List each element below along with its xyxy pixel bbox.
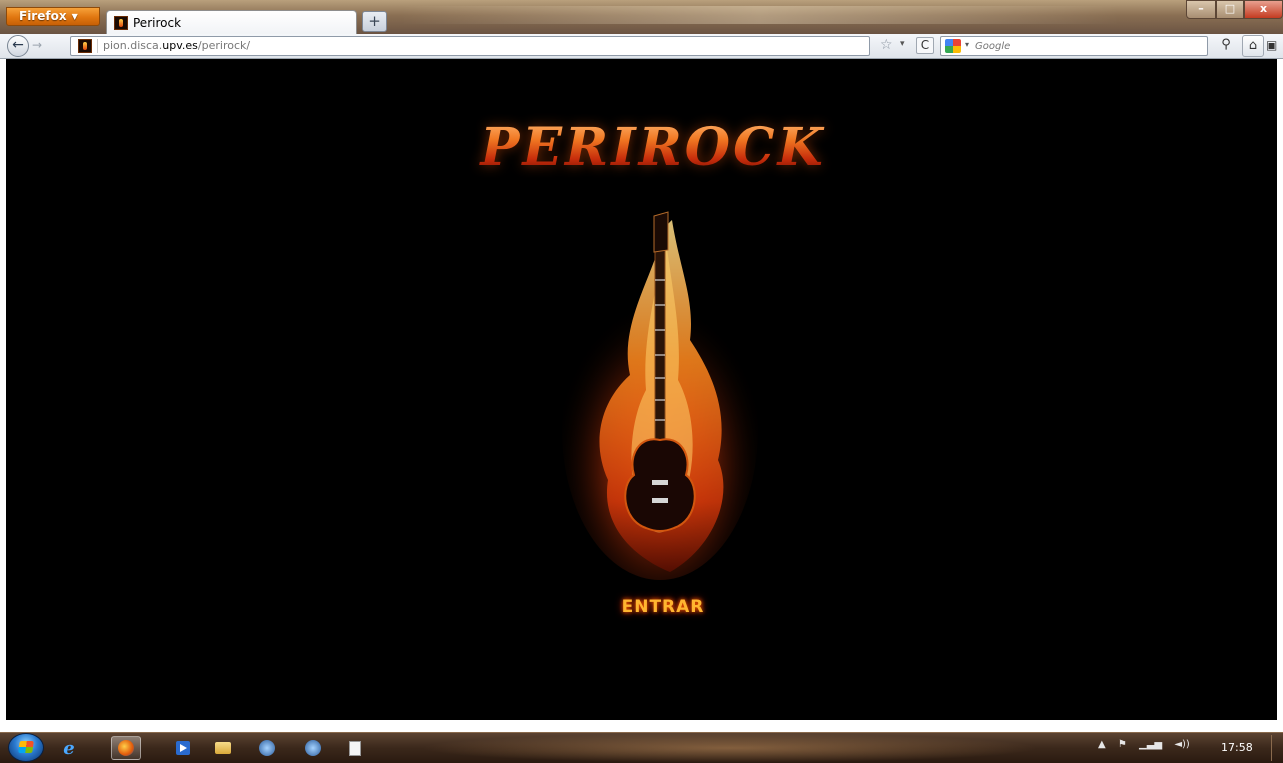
tab-perirock[interactable]: Perirock — [106, 10, 357, 35]
internet-explorer-icon: e — [63, 737, 75, 759]
status-area — [0, 720, 1283, 732]
address-separator — [97, 39, 98, 53]
google-engine-icon[interactable] — [945, 39, 961, 53]
chevron-down-icon: ▼ — [71, 12, 78, 21]
taskbar-firefox[interactable] — [111, 736, 141, 760]
windows-start-icon[interactable] — [8, 733, 44, 762]
close-icon: x — [1259, 2, 1268, 15]
maximize-icon: □ — [1224, 2, 1236, 15]
navigation-toolbar: ← → pion.disca.upv.es/perirock/ ☆ ▾ C ▾ … — [0, 34, 1283, 59]
firefox-icon — [118, 740, 134, 756]
taskbar-internet-explorer[interactable]: e — [54, 736, 84, 760]
taskbar-media-player[interactable] — [168, 736, 198, 760]
system-tray: ▲ ⚑ ▁▃▅ ◄)) — [1098, 739, 1199, 757]
new-tab-button[interactable]: + — [362, 11, 387, 32]
taskbar-app-2[interactable] — [298, 736, 328, 760]
forward-button[interactable]: → — [32, 38, 42, 52]
network-signal-icon[interactable]: ▁▃▅ — [1139, 739, 1162, 750]
addon-icon[interactable]: ▣ — [1266, 37, 1283, 55]
flaming-guitar-illustration — [562, 211, 758, 580]
reload-button[interactable]: C — [916, 37, 934, 54]
media-player-icon — [176, 741, 190, 755]
taskbar-app[interactable] — [252, 736, 282, 760]
back-button[interactable]: ← — [7, 35, 29, 57]
search-bar[interactable]: ▾ — [940, 36, 1208, 56]
url-domain: upv.es — [162, 39, 198, 52]
perirock-favicon-icon — [114, 16, 128, 30]
search-engine-dropdown-icon[interactable]: ▾ — [965, 40, 969, 49]
file-explorer-icon — [215, 742, 231, 754]
windows-taskbar: e ▲ ⚑ ▁▃▅ ◄)) 17:58 — [0, 732, 1283, 763]
taskbar-document[interactable] — [340, 736, 370, 760]
minimize-icon: – — [1198, 2, 1204, 15]
firefox-menu-label: Firefox — [19, 9, 67, 23]
site-identity-icon[interactable] — [78, 39, 92, 53]
app-icon — [259, 740, 275, 756]
url-prefix: pion.disca. — [103, 39, 163, 52]
flaming-guitar-image — [560, 210, 760, 580]
url-path: /perirock/ — [197, 39, 251, 52]
history-dropdown-icon[interactable]: ▾ — [900, 39, 905, 49]
enter-link[interactable]: ENTRAR — [560, 597, 766, 617]
taskbar-file-explorer[interactable] — [208, 736, 238, 760]
tab-title: Perirock — [133, 16, 182, 30]
show-hidden-icons-icon[interactable]: ▲ — [1098, 739, 1106, 750]
minimize-button[interactable]: – — [1186, 0, 1216, 19]
close-button[interactable]: x — [1244, 0, 1283, 19]
window-border-right — [1277, 59, 1283, 720]
document-icon — [349, 740, 361, 756]
search-icon[interactable]: ⚲ — [1216, 37, 1236, 55]
maximize-button[interactable]: □ — [1216, 0, 1244, 19]
browser-title-bar: Firefox ▼ Perirock + – □ x — [0, 0, 1283, 35]
volume-icon[interactable]: ◄)) — [1174, 739, 1190, 750]
bookmark-star-icon[interactable]: ☆ — [880, 37, 893, 53]
app-icon-2 — [305, 740, 321, 756]
taskbar-clock[interactable]: 17:58 — [1221, 741, 1253, 754]
show-desktop-button[interactable] — [1271, 735, 1282, 761]
url-text: pion.disca.upv.es/perirock/ — [103, 39, 250, 52]
address-bar[interactable]: pion.disca.upv.es/perirock/ — [70, 36, 870, 56]
action-center-flag-icon[interactable]: ⚑ — [1118, 739, 1127, 750]
search-input[interactable] — [975, 38, 1175, 54]
perirock-logo: PERIROCK — [470, 120, 836, 176]
home-button[interactable]: ⌂ — [1242, 35, 1264, 57]
firefox-menu-button[interactable]: Firefox ▼ — [6, 7, 100, 26]
